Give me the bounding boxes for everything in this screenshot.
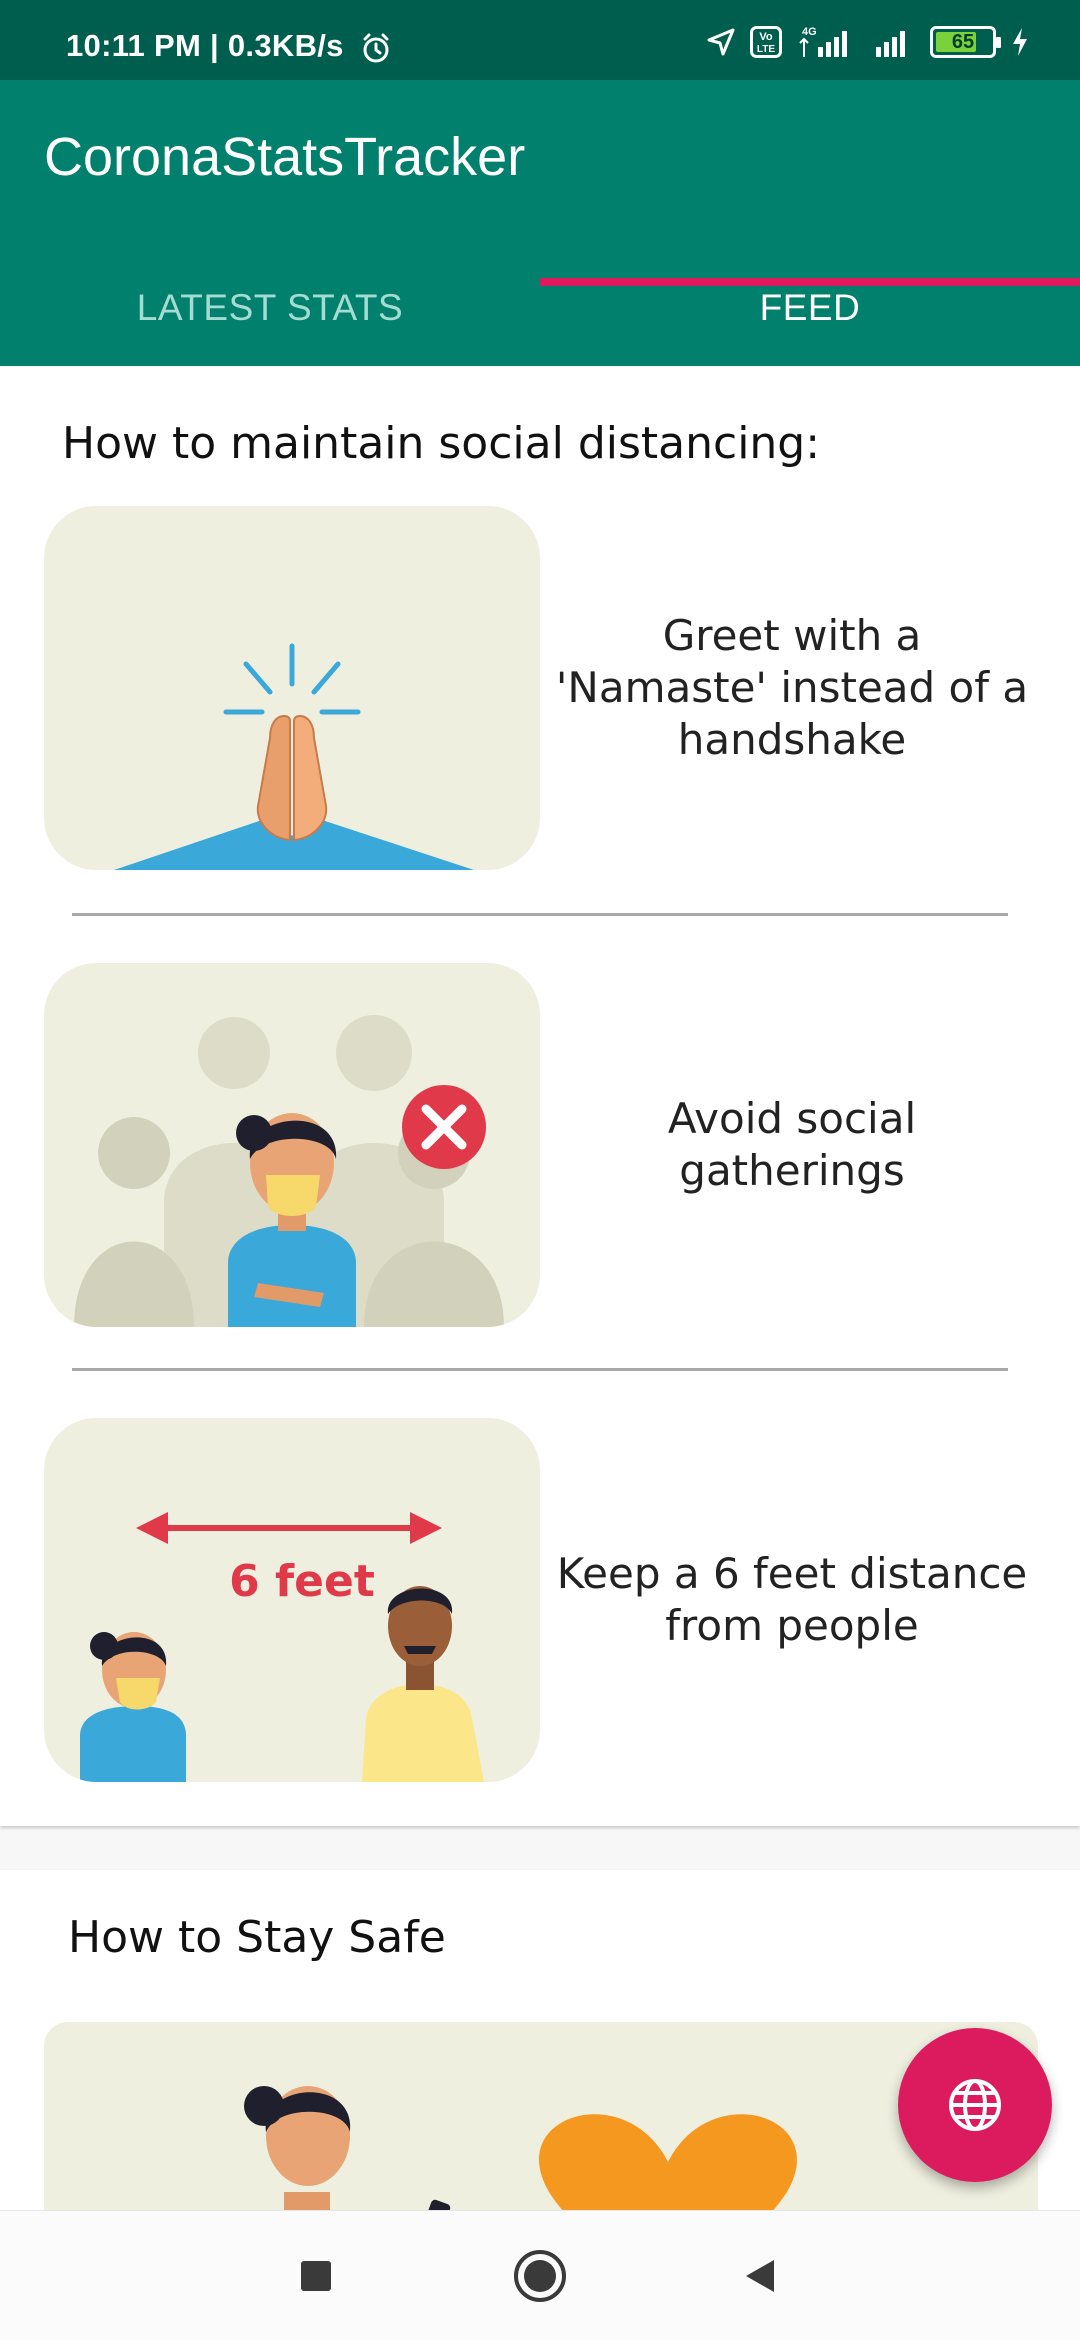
tip-text: Greet with a 'Namaste' instead of a hand… xyxy=(555,611,1029,764)
recents-button[interactable] xyxy=(276,2241,356,2311)
signal-icon xyxy=(876,31,905,57)
tab-latest-stats[interactable]: LATEST STATS xyxy=(0,250,540,366)
svg-text:Vo: Vo xyxy=(759,31,773,43)
recents-icon xyxy=(301,2261,331,2291)
svg-text:4G: 4G xyxy=(802,26,817,38)
home-icon xyxy=(514,2250,566,2302)
distance-label: 6 feet xyxy=(229,1556,375,1607)
home-button[interactable] xyxy=(500,2241,580,2311)
social-distancing-card: How to maintain social distancing: Greet… xyxy=(0,366,1080,1826)
battery-level: 65 xyxy=(951,31,975,53)
tab-bar: LATEST STATS FEED xyxy=(0,250,1080,366)
signal-icon: 4G xyxy=(799,26,847,57)
tab-indicator xyxy=(540,278,1080,286)
status-icons: Vo LTE 4G 65 xyxy=(706,22,1030,62)
globe-icon xyxy=(949,2079,1001,2131)
card-title: How to maintain social distancing: xyxy=(62,418,821,469)
tip-item: 6 feet Keep a 6 feet distance from peopl… xyxy=(44,1418,1044,1782)
alarm-icon xyxy=(363,33,389,63)
tip-text: Keep a 6 feet distance from people xyxy=(556,1549,1028,1650)
avoid-gatherings-illustration xyxy=(44,963,540,1327)
language-fab[interactable] xyxy=(898,2028,1052,2182)
charging-icon xyxy=(1013,28,1027,56)
namaste-illustration xyxy=(44,506,540,870)
tip-item: Avoid social gatherings xyxy=(44,963,1044,1327)
six-feet-distance-illustration: 6 feet xyxy=(44,1418,540,1782)
svg-text:LTE: LTE xyxy=(757,44,775,55)
app-title: CoronaStatsTracker xyxy=(44,127,526,187)
status-bar: 10:11 PM | 0.3KB/s Vo LTE 4G 65 xyxy=(0,0,1080,80)
back-icon xyxy=(746,2260,774,2292)
card-title: How to Stay Safe xyxy=(68,1912,446,1963)
volte-icon: Vo LTE xyxy=(750,26,782,58)
tab-feed[interactable]: FEED xyxy=(540,250,1080,366)
location-icon xyxy=(707,28,735,56)
divider xyxy=(72,913,1008,916)
tip-item: Greet with a 'Namaste' instead of a hand… xyxy=(44,506,1044,870)
status-time: 10:11 PM | 0.3KB/s xyxy=(66,28,344,63)
battery-icon: 65 xyxy=(930,26,1001,58)
tip-text: Avoid social gatherings xyxy=(667,1094,917,1195)
back-button[interactable] xyxy=(720,2241,800,2311)
navigation-bar xyxy=(0,2210,1080,2340)
divider xyxy=(72,1368,1008,1371)
app-bar: CoronaStatsTracker LATEST STATS FEED xyxy=(0,80,1080,366)
